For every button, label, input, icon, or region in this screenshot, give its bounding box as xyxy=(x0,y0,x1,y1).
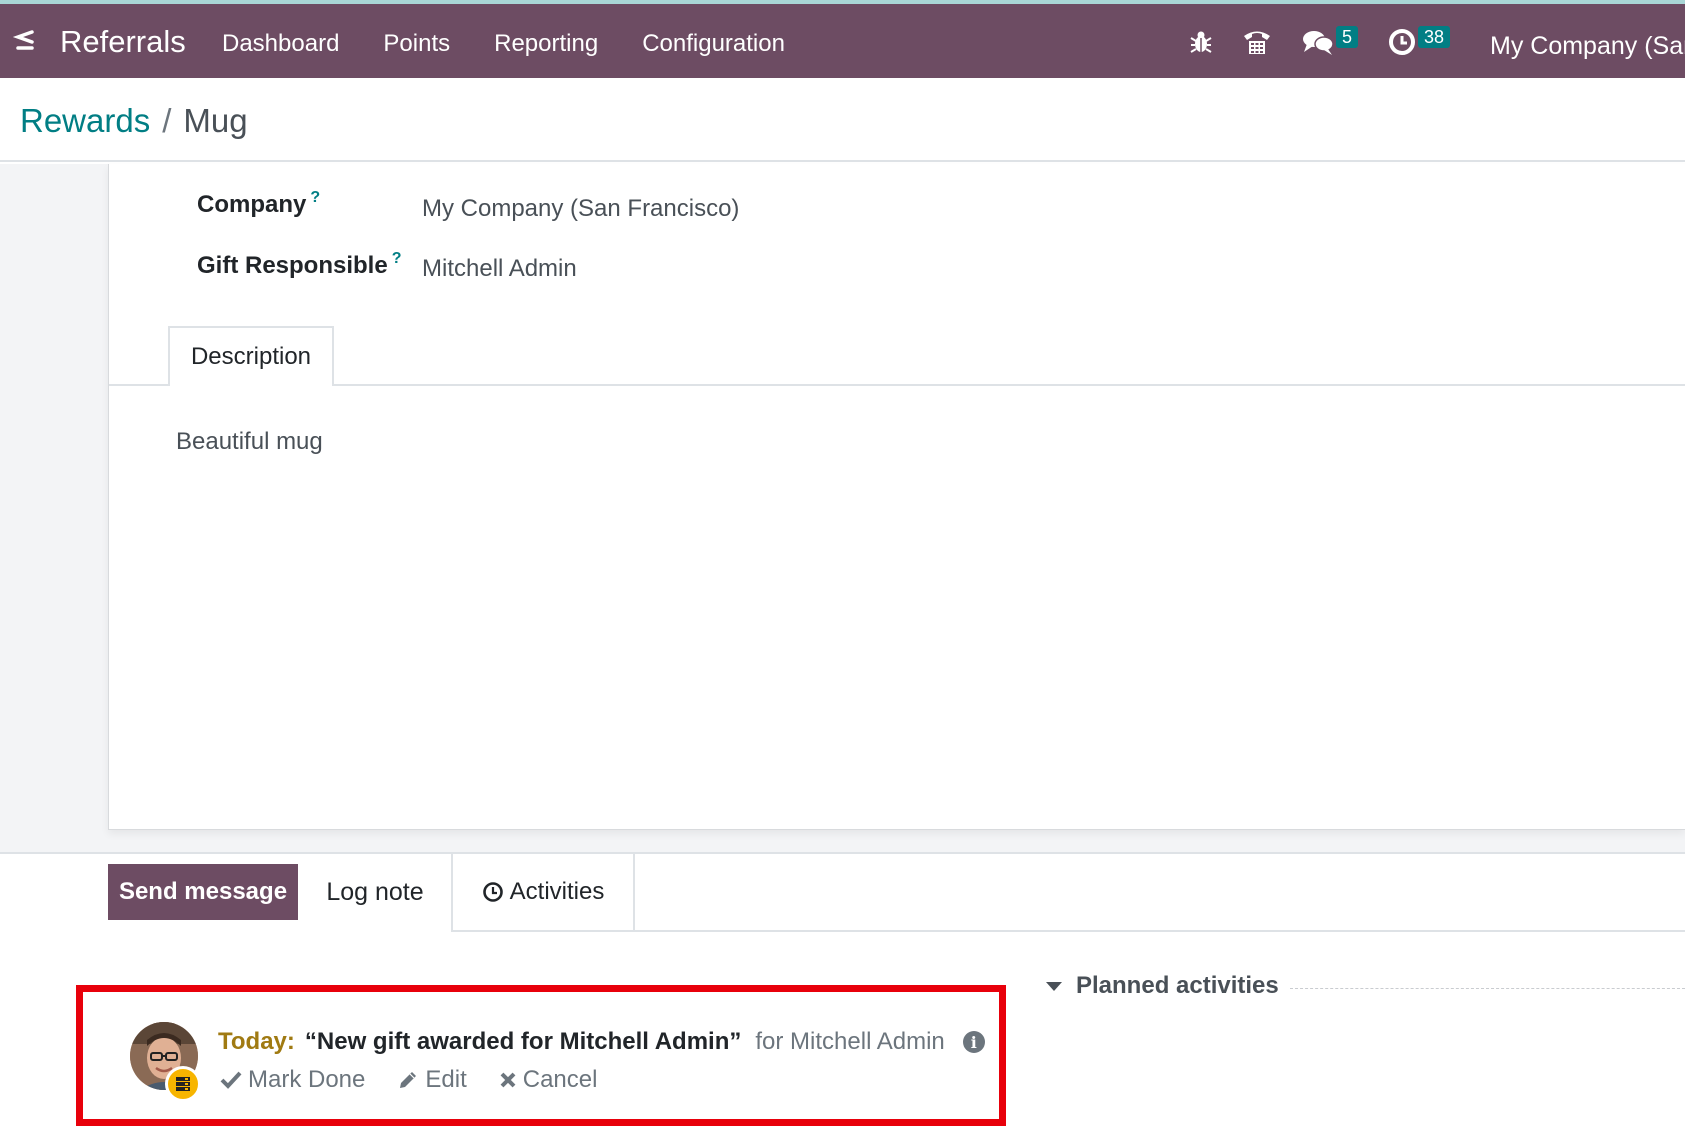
activity-menu[interactable]: 38 xyxy=(1388,22,1478,62)
check-icon xyxy=(220,1071,242,1089)
gift-responsible-field[interactable]: Mitchell Admin xyxy=(422,255,577,283)
activity-assignee: for Mitchell Admin xyxy=(755,1028,945,1055)
caret-down-icon xyxy=(1046,981,1062,991)
planned-activities-divider xyxy=(1290,988,1685,989)
notebook-header-line xyxy=(109,384,1685,386)
gift-responsible-label: Gift Responsible? xyxy=(197,250,402,280)
activity-type-icon xyxy=(165,1066,201,1102)
activity-actions: Mark Done Edit Cancel xyxy=(220,1066,629,1094)
gift-responsible-help-tooltip[interactable]: ? xyxy=(392,250,402,267)
chatter-top-border xyxy=(0,852,1685,854)
send-message-button[interactable]: Send message xyxy=(108,864,298,920)
menu-item-dashboard[interactable]: Dashboard xyxy=(222,30,339,58)
company-label-text: Company xyxy=(197,191,307,218)
planned-activities-label: Planned activities xyxy=(1076,972,1279,999)
log-note-button[interactable]: Log note xyxy=(310,864,440,920)
mark-done-label: Mark Done xyxy=(248,1066,366,1093)
app-name[interactable]: Referrals xyxy=(60,24,186,60)
planned-activities-toggle[interactable]: Planned activities xyxy=(1046,972,1279,1000)
messaging-menu[interactable]: 5 xyxy=(1302,22,1388,62)
server-icon xyxy=(176,1077,190,1091)
activities-button-label: Activities xyxy=(509,878,605,905)
menu-item-reporting[interactable]: Reporting xyxy=(494,30,598,58)
pencil-icon xyxy=(400,1072,417,1088)
chat-icon xyxy=(1303,31,1334,55)
info-icon[interactable]: i xyxy=(962,1031,985,1053)
description-field[interactable]: Beautiful mug xyxy=(176,428,323,456)
phone-icon xyxy=(1244,31,1270,54)
main-menu: Dashboard Points Reporting Configuration xyxy=(222,30,829,58)
cancel-activity-button[interactable]: Cancel xyxy=(499,1066,598,1094)
messages-count-badge: 5 xyxy=(1336,26,1359,48)
company-help-tooltip[interactable]: ? xyxy=(310,189,320,206)
main-navbar: Referrals Dashboard Points Reporting Con… xyxy=(0,4,1685,78)
gift-responsible-label-text: Gift Responsible xyxy=(197,252,388,279)
company-label: Company? xyxy=(197,189,320,219)
clock-icon xyxy=(1389,29,1415,55)
apps-menu-icon[interactable] xyxy=(12,28,38,54)
menu-item-points[interactable]: Points xyxy=(383,30,450,58)
activities-button[interactable]: Activities xyxy=(451,852,635,932)
tab-description[interactable]: Description xyxy=(168,326,334,386)
company-switcher[interactable]: My Company (San xyxy=(1490,32,1685,61)
cancel-label: Cancel xyxy=(522,1066,598,1093)
control-panel: Rewards / Mug xyxy=(0,78,1685,162)
mark-done-button[interactable]: Mark Done xyxy=(220,1066,365,1094)
menu-item-configuration[interactable]: Configuration xyxy=(642,30,785,58)
activities-count-badge: 38 xyxy=(1418,26,1451,48)
clock-icon xyxy=(482,882,503,902)
times-icon xyxy=(500,1072,516,1088)
edit-activity-button[interactable]: Edit xyxy=(397,1066,467,1094)
bug-icon xyxy=(1190,31,1212,53)
debug-button[interactable] xyxy=(1188,22,1242,62)
activity-due-label: Today: xyxy=(218,1028,295,1055)
company-field[interactable]: My Company (San Francisco) xyxy=(422,195,739,223)
breadcrumb: Rewards / Mug xyxy=(20,102,248,140)
breadcrumb-separator: / xyxy=(162,102,172,139)
systray: 5 38 xyxy=(1188,22,1478,62)
edit-label: Edit xyxy=(425,1066,467,1093)
chatter-topbar-border xyxy=(452,930,1685,932)
breadcrumb-current: Mug xyxy=(183,102,248,139)
breadcrumb-rewards[interactable]: Rewards xyxy=(20,102,150,139)
activity-header: Today: “New gift awarded for Mitchell Ad… xyxy=(218,1028,985,1056)
activity-summary: “New gift awarded for Mitchell Admin” xyxy=(304,1028,742,1055)
voip-button[interactable] xyxy=(1242,22,1302,62)
